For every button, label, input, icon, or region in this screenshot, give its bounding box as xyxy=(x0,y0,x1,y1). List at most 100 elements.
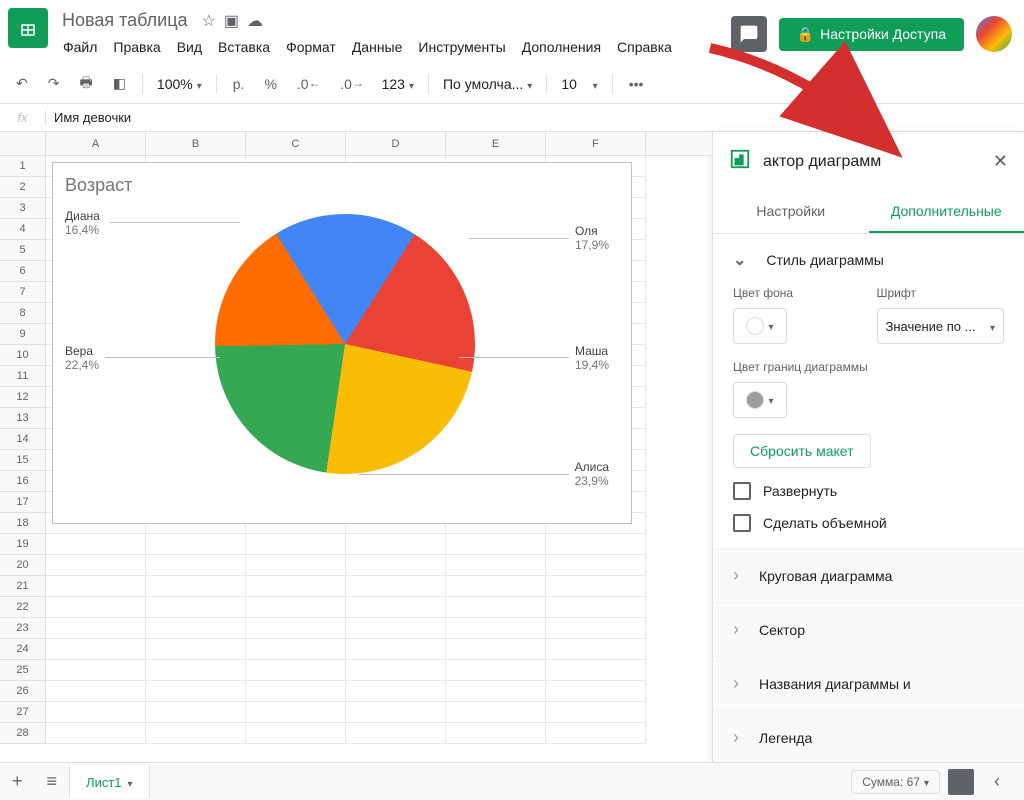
cell[interactable] xyxy=(546,702,646,723)
cell[interactable] xyxy=(346,618,446,639)
add-sheet-button[interactable]: + xyxy=(0,771,35,792)
cell[interactable] xyxy=(346,639,446,660)
cell[interactable] xyxy=(446,702,546,723)
redo-icon[interactable]: ↷ xyxy=(40,69,68,98)
cell[interactable] xyxy=(146,555,246,576)
row-header[interactable]: 12 xyxy=(0,387,46,408)
col-header-b[interactable]: B xyxy=(146,132,246,155)
row-header[interactable]: 28 xyxy=(0,723,46,744)
increase-decimal-button[interactable]: .0→ xyxy=(332,70,371,98)
row-header[interactable]: 1 xyxy=(0,156,46,177)
doc-title[interactable]: Новая таблица xyxy=(56,8,194,33)
menu-help[interactable]: Справка xyxy=(610,35,679,59)
section-chart-style[interactable]: Стиль диаграммы xyxy=(733,250,1004,270)
bg-color-select[interactable] xyxy=(733,308,787,344)
cell[interactable] xyxy=(546,618,646,639)
cell[interactable] xyxy=(246,660,346,681)
row-header[interactable]: 11 xyxy=(0,366,46,387)
cell[interactable] xyxy=(346,597,446,618)
cell[interactable] xyxy=(46,576,146,597)
cell[interactable] xyxy=(246,597,346,618)
move-icon[interactable]: ▣ xyxy=(224,11,239,31)
cell[interactable] xyxy=(46,681,146,702)
cell[interactable] xyxy=(246,681,346,702)
cell[interactable] xyxy=(546,576,646,597)
row-header[interactable]: 14 xyxy=(0,429,46,450)
col-header-d[interactable]: D xyxy=(346,132,446,155)
cell[interactable] xyxy=(146,576,246,597)
cell[interactable] xyxy=(546,681,646,702)
cell[interactable] xyxy=(46,597,146,618)
row-header[interactable]: 9 xyxy=(0,324,46,345)
pie-chart[interactable]: Возраст Оля17,9% Маша19,4% Алиса23,9% Ве… xyxy=(52,162,632,524)
cell[interactable] xyxy=(46,639,146,660)
percent-button[interactable]: % xyxy=(256,70,284,98)
row-header[interactable]: 7 xyxy=(0,282,46,303)
cell[interactable] xyxy=(446,534,546,555)
zoom-select[interactable]: 100% xyxy=(151,72,208,96)
explore-button[interactable] xyxy=(948,769,974,795)
row-header[interactable]: 6 xyxy=(0,261,46,282)
col-header-c[interactable]: C xyxy=(246,132,346,155)
row-header[interactable]: 18 xyxy=(0,513,46,534)
share-button[interactable]: 🔒 Настройки Доступа xyxy=(779,18,964,51)
cell[interactable] xyxy=(446,618,546,639)
font-select[interactable]: По умолча... xyxy=(437,72,538,96)
menu-view[interactable]: Вид xyxy=(170,35,209,59)
cell[interactable] xyxy=(46,723,146,744)
print-icon[interactable]: 🖶 xyxy=(71,66,100,102)
cell[interactable] xyxy=(446,555,546,576)
user-avatar[interactable] xyxy=(976,16,1012,52)
cell[interactable] xyxy=(446,576,546,597)
cell[interactable] xyxy=(546,660,646,681)
cell[interactable] xyxy=(346,702,446,723)
sheet-tab-1[interactable]: Лист1 xyxy=(69,765,150,798)
menu-addons[interactable]: Дополнения xyxy=(515,35,608,59)
cell[interactable] xyxy=(46,534,146,555)
cell[interactable] xyxy=(246,702,346,723)
cell[interactable] xyxy=(446,681,546,702)
cell[interactable] xyxy=(446,723,546,744)
3d-checkbox[interactable]: Сделать объемной xyxy=(733,514,1004,532)
cell[interactable] xyxy=(46,618,146,639)
fx-label[interactable]: fx xyxy=(0,110,46,125)
cloud-icon[interactable]: ☁ xyxy=(247,11,263,31)
cell[interactable] xyxy=(346,723,446,744)
cell[interactable] xyxy=(146,639,246,660)
menu-file[interactable]: Файл xyxy=(56,35,104,59)
row-header[interactable]: 24 xyxy=(0,639,46,660)
tab-customize[interactable]: Дополнительные xyxy=(869,191,1024,233)
section-slice[interactable]: Сектор xyxy=(733,619,1004,640)
cell[interactable] xyxy=(146,660,246,681)
sheets-logo[interactable] xyxy=(8,8,48,48)
cell[interactable] xyxy=(146,723,246,744)
row-header[interactable]: 13 xyxy=(0,408,46,429)
section-pie-chart[interactable]: Круговая диаграмма xyxy=(733,565,1004,586)
cell[interactable] xyxy=(546,534,646,555)
row-header[interactable]: 8 xyxy=(0,303,46,324)
cell[interactable] xyxy=(246,639,346,660)
close-icon[interactable]: ✕ xyxy=(993,151,1008,172)
row-header[interactable]: 21 xyxy=(0,576,46,597)
row-header[interactable]: 4 xyxy=(0,219,46,240)
quicksum-box[interactable]: Сумма: 67 xyxy=(851,770,940,794)
col-header-f[interactable]: F xyxy=(546,132,646,155)
maximize-checkbox[interactable]: Развернуть xyxy=(733,482,1004,500)
decrease-decimal-button[interactable]: .0← xyxy=(289,70,328,98)
border-color-select[interactable] xyxy=(733,382,787,418)
row-header[interactable]: 3 xyxy=(0,198,46,219)
cell[interactable] xyxy=(446,639,546,660)
cell[interactable] xyxy=(546,597,646,618)
number-format-select[interactable]: 123 xyxy=(376,72,420,96)
cell[interactable] xyxy=(246,555,346,576)
menu-edit[interactable]: Правка xyxy=(106,35,167,59)
tab-setup[interactable]: Настройки xyxy=(713,191,869,233)
row-header[interactable]: 17 xyxy=(0,492,46,513)
formula-input[interactable]: Имя девочки xyxy=(46,110,1024,125)
cell[interactable] xyxy=(146,534,246,555)
menu-tools[interactable]: Инструменты xyxy=(411,35,512,59)
menu-format[interactable]: Формат xyxy=(279,35,343,59)
undo-icon[interactable]: ↶ xyxy=(8,69,36,98)
star-icon[interactable]: ☆ xyxy=(202,11,216,31)
cell[interactable] xyxy=(46,660,146,681)
